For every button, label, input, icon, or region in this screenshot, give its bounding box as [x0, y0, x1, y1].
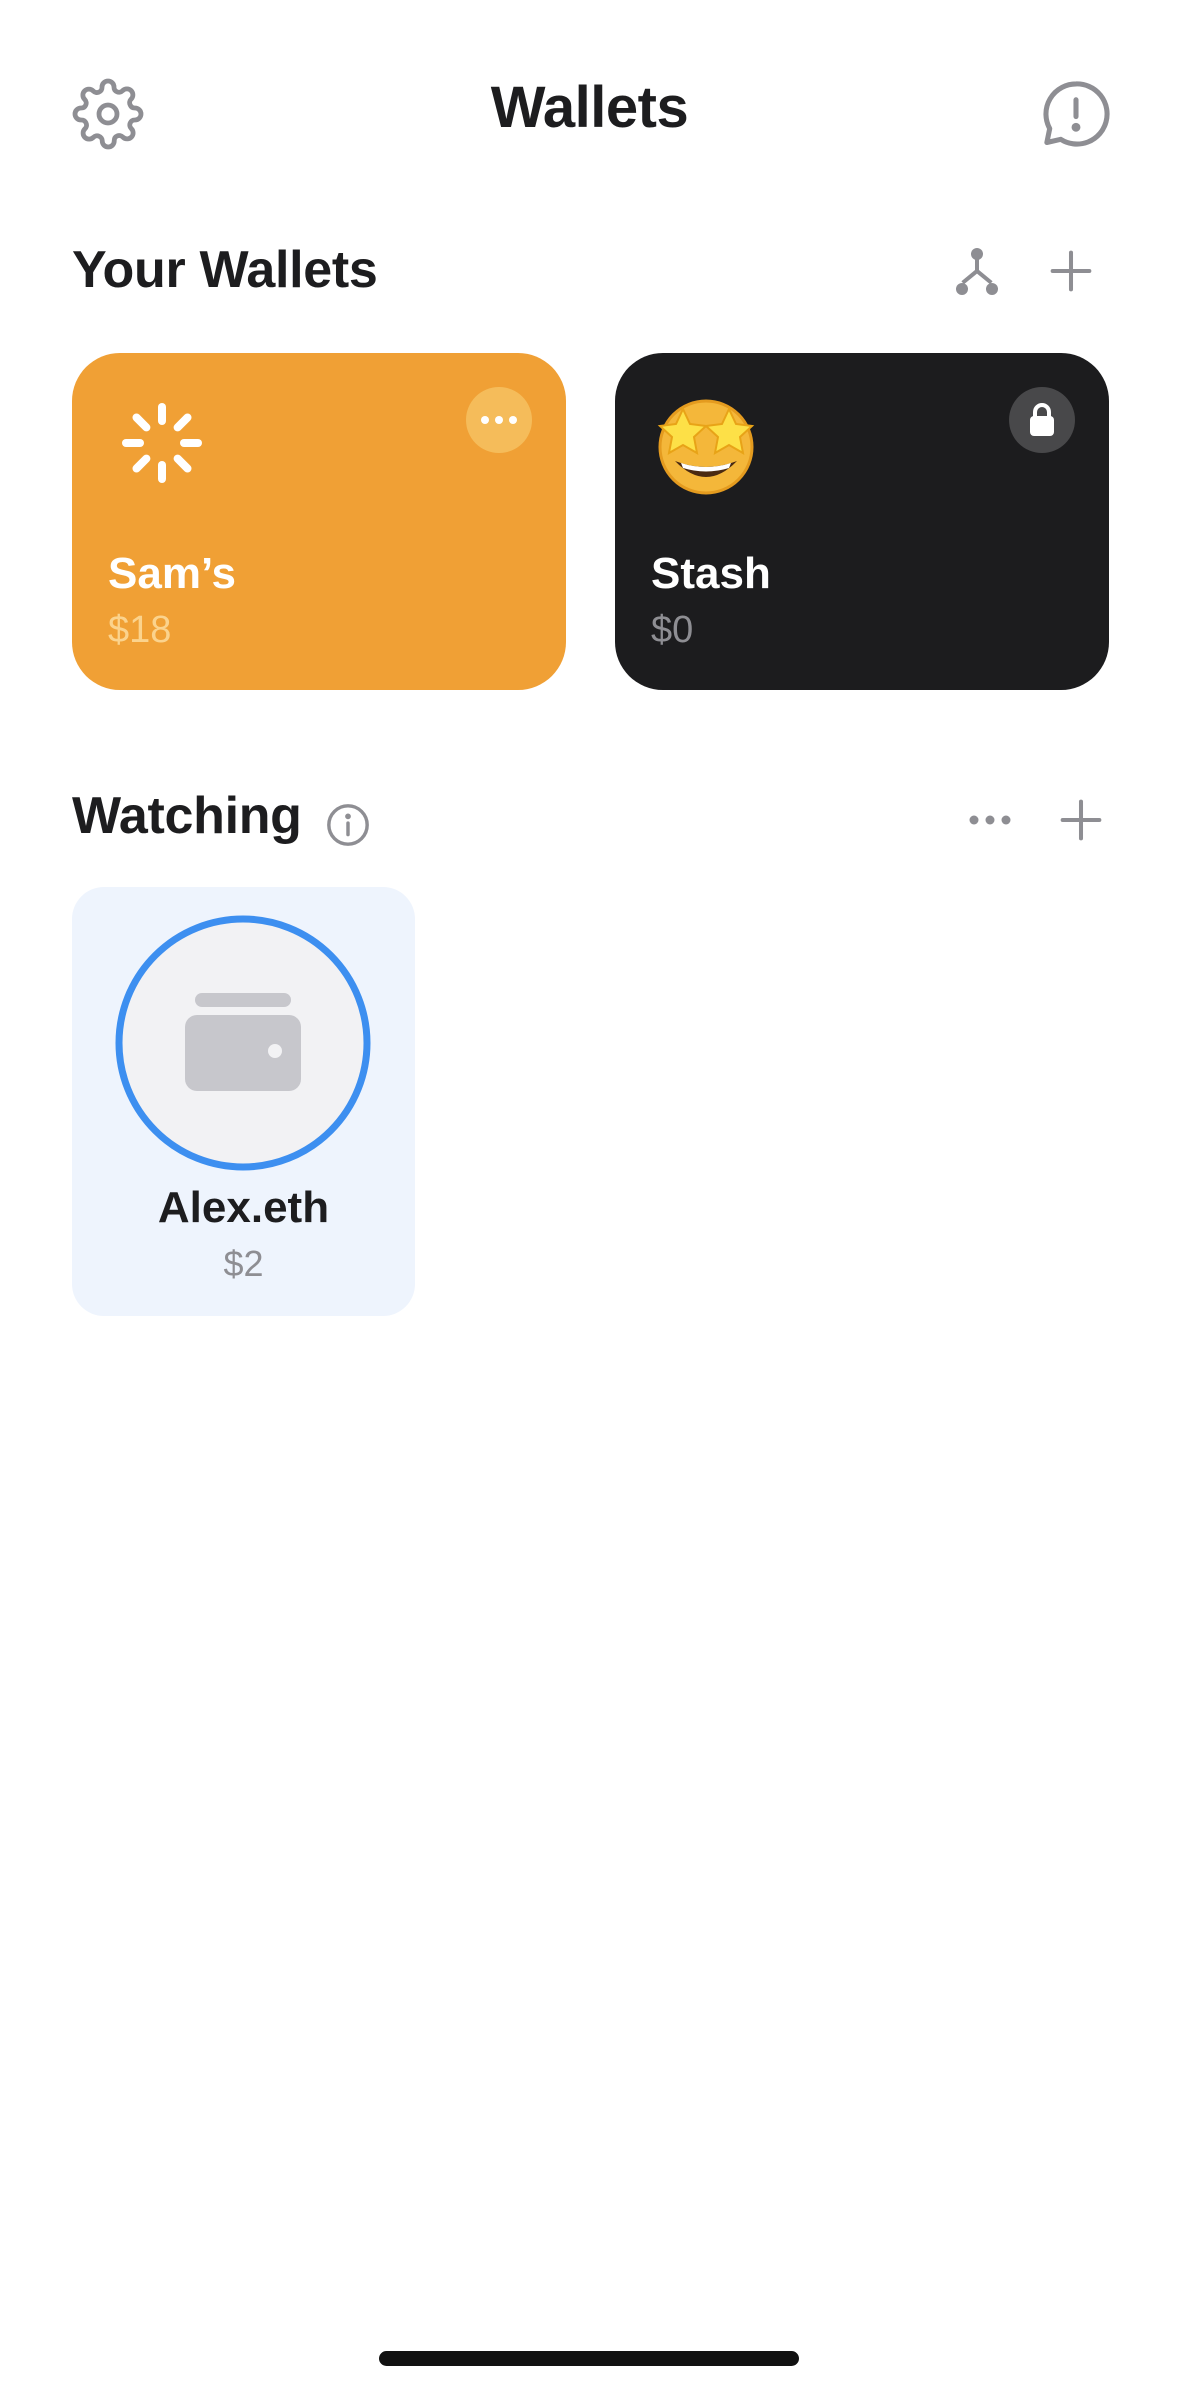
wallet-avatar	[115, 915, 371, 1171]
your-wallets-title: Your Wallets	[72, 241, 378, 299]
page-title: Wallets	[490, 75, 689, 140]
plus-icon	[1050, 250, 1092, 292]
more-dots-icon	[969, 815, 1011, 825]
connect-wallet-button[interactable]	[945, 240, 1009, 304]
wallet-icon	[185, 993, 301, 1091]
wallet-balance: $18	[108, 609, 172, 651]
home-indicator	[379, 2351, 799, 2366]
star-struck-emoji	[651, 389, 761, 499]
watching-title: Watching	[72, 787, 302, 845]
feedback-button[interactable]	[1032, 70, 1120, 158]
watched-wallet-balance: $2	[223, 1243, 264, 1284]
plus-icon	[1060, 799, 1102, 841]
wallet-card-sams[interactable]: Sam’s $18	[72, 353, 566, 690]
lock-icon	[1030, 403, 1054, 436]
wallet-card-stash[interactable]: Stash $0	[615, 353, 1109, 690]
wallet-balance: $0	[651, 609, 694, 651]
wallet-lock-button[interactable]	[1009, 387, 1075, 453]
watching-more-button[interactable]	[955, 800, 1025, 840]
info-icon	[327, 804, 369, 846]
loading-spinner-icon	[120, 401, 204, 485]
watched-wallet-card[interactable]: Alex.eth $2	[72, 887, 415, 1316]
connect-hierarchy-icon	[956, 248, 998, 295]
watched-wallet-name: Alex.eth	[157, 1183, 330, 1232]
wallet-name: Stash	[651, 549, 771, 598]
add-watch-wallet-button[interactable]	[1046, 785, 1116, 855]
feedback-exclamation-icon	[1043, 81, 1110, 147]
wallet-name: Sam’s	[108, 549, 237, 598]
wallet-menu-button[interactable]	[466, 387, 532, 453]
watching-info-button[interactable]	[318, 795, 378, 855]
add-wallet-button[interactable]	[1036, 236, 1106, 306]
more-dots-icon	[481, 416, 517, 424]
